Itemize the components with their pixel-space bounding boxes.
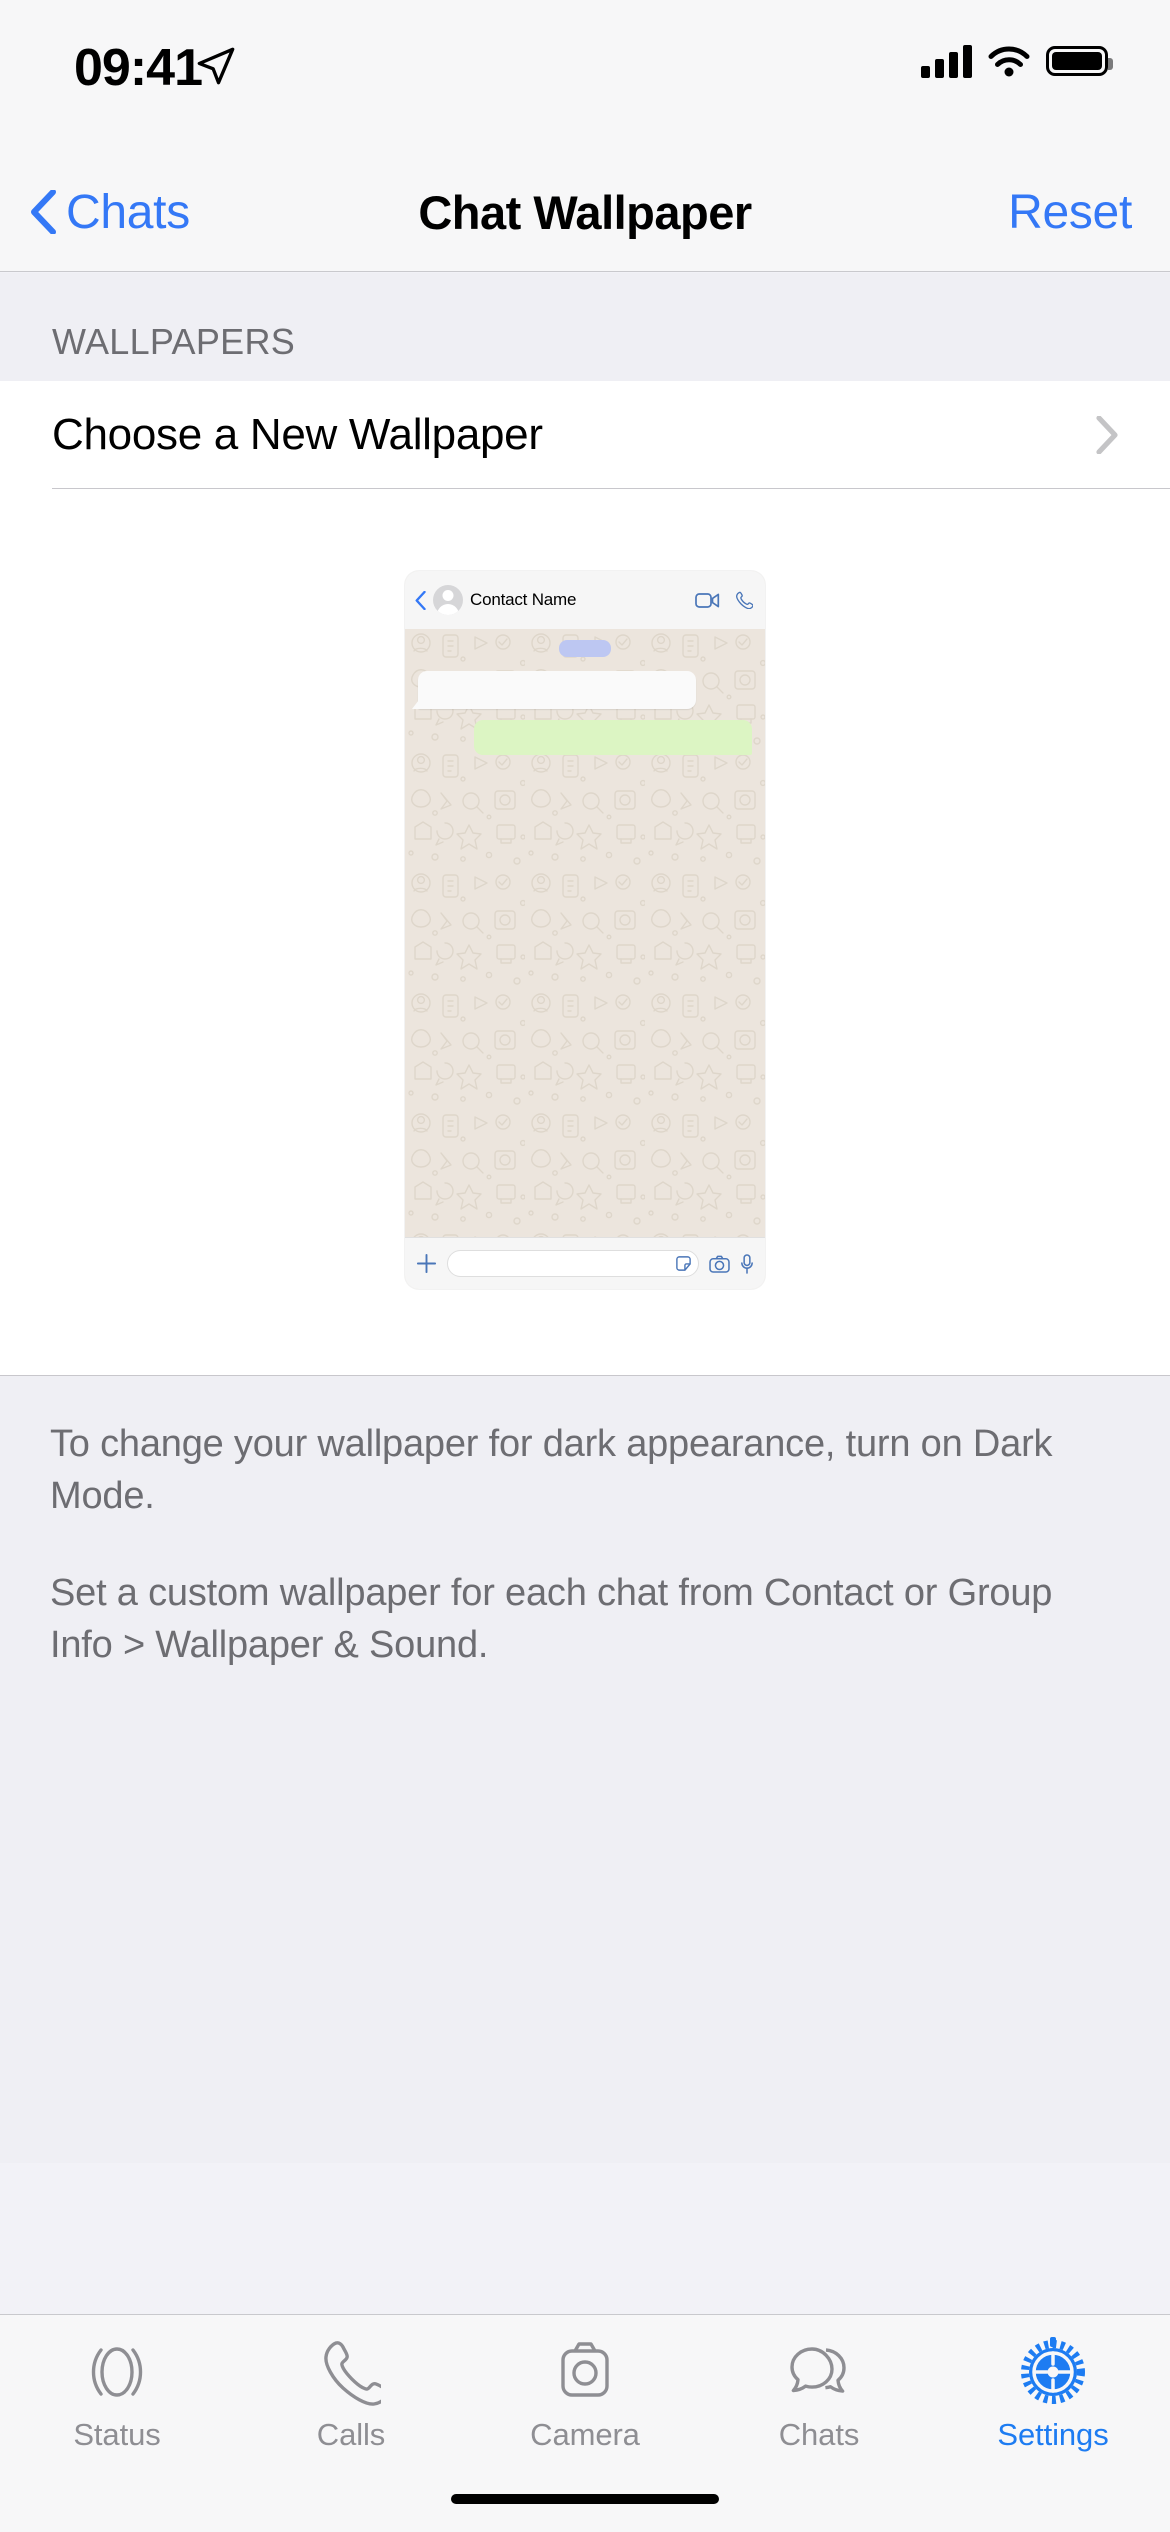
preview-contact-name: Contact Name <box>470 590 577 609</box>
chevron-right-icon <box>1096 416 1118 454</box>
preview-chat-header: Contact Name <box>405 571 765 629</box>
tab-bar: Status Calls Camera Chats Settings <box>0 2314 1170 2532</box>
tab-settings[interactable]: Settings <box>936 2337 1170 2453</box>
chevron-left-icon[interactable] <box>415 590 426 610</box>
battery-full-icon <box>1046 46 1113 76</box>
preview-text-field[interactable] <box>447 1250 699 1277</box>
tab-calls-label: Calls <box>316 2417 386 2452</box>
avatar <box>433 585 463 615</box>
tab-chats[interactable]: Chats <box>702 2337 936 2453</box>
cellular-signal-icon <box>921 44 972 78</box>
wallpapers-section-header: WALLPAPERS <box>52 321 296 362</box>
camera-icon[interactable] <box>709 1255 730 1273</box>
status-bar: 09:41 <box>0 0 1170 152</box>
choose-new-wallpaper-label: Choose a New Wallpaper <box>52 410 543 459</box>
tab-camera[interactable]: Camera <box>468 2337 702 2453</box>
status-bar-time: 09:41 <box>74 39 203 97</box>
page-title: Chat Wallpaper <box>418 185 752 239</box>
tab-status[interactable]: Status <box>0 2337 234 2453</box>
camera-icon <box>554 2337 616 2407</box>
navigation-bar: Chats Chat Wallpaper Reset <box>0 152 1170 272</box>
settings-scroll-area: WALLPAPERS Choose a New Wallpaper Contac… <box>0 273 1170 2163</box>
microphone-icon[interactable] <box>740 1253 754 1274</box>
choose-new-wallpaper-row[interactable]: Choose a New Wallpaper <box>0 381 1170 489</box>
wifi-icon <box>988 46 1030 77</box>
phone-icon <box>321 2337 381 2407</box>
chat-bubbles-icon <box>784 2337 854 2407</box>
cell-separator <box>52 488 1170 489</box>
preview-outgoing-bubble <box>474 720 752 755</box>
tab-status-label: Status <box>73 2417 161 2452</box>
reset-button[interactable]: Reset <box>1008 152 1132 272</box>
status-rings-icon <box>86 2337 148 2407</box>
gear-icon <box>1020 2337 1086 2407</box>
wallpaper-footnote: To change your wallpaper for dark appear… <box>0 1375 1170 1672</box>
wallpaper-preview-zone: Contact Name <box>0 489 1170 1375</box>
home-indicator <box>451 2494 719 2504</box>
tab-chats-label: Chats <box>778 2417 860 2452</box>
plus-icon[interactable] <box>416 1253 437 1274</box>
phone-icon[interactable] <box>735 591 753 609</box>
location-arrow-icon <box>197 47 235 85</box>
preview-message-input-bar <box>405 1237 765 1289</box>
status-bar-indicators <box>921 44 1113 78</box>
iphone-screen: 09:41 Chats Chat Wallpaper Reset WALLPAP… <box>0 0 1170 2532</box>
tab-camera-label: Camera <box>530 2417 640 2452</box>
chat-wallpaper-preview[interactable]: Contact Name <box>405 571 765 1289</box>
video-camera-icon[interactable] <box>695 592 720 609</box>
sticker-icon[interactable] <box>675 1255 692 1272</box>
preview-incoming-bubble <box>418 671 696 709</box>
tab-calls[interactable]: Calls <box>234 2337 468 2453</box>
preview-chat-body <box>405 629 765 1237</box>
footnote-line-2: Set a custom wallpaper for each chat fro… <box>50 1571 1053 1667</box>
preview-date-pill <box>559 640 611 657</box>
preview-header-actions <box>695 591 753 609</box>
footnote-line-1: To change your wallpaper for dark appear… <box>50 1423 1053 1518</box>
tab-settings-label: Settings <box>997 2417 1109 2452</box>
